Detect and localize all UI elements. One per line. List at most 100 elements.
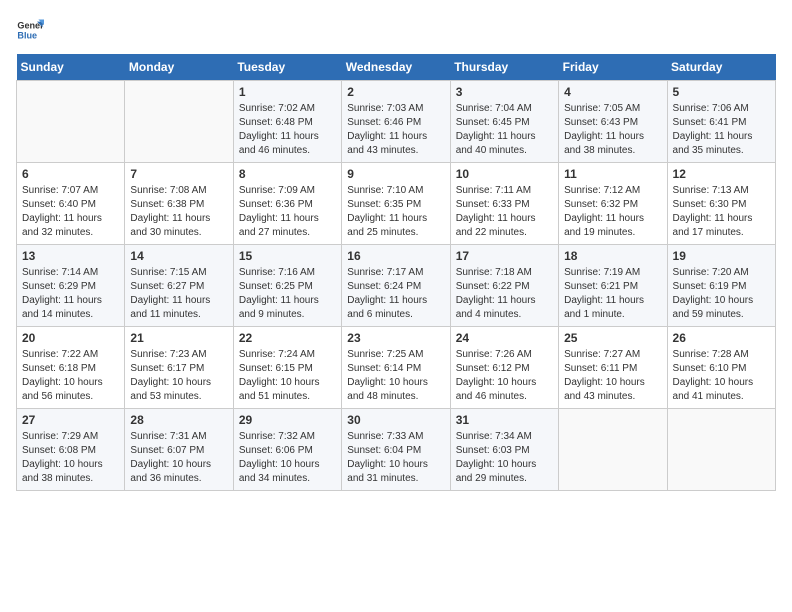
calendar-cell: 10 Sunrise: 7:11 AM Sunset: 6:33 PM Dayli… (450, 163, 558, 245)
calendar-cell: 5 Sunrise: 7:06 AM Sunset: 6:41 PM Daylig… (667, 81, 775, 163)
calendar-cell: 2 Sunrise: 7:03 AM Sunset: 6:46 PM Daylig… (342, 81, 450, 163)
day-number: 14 (130, 249, 227, 263)
calendar-cell (17, 81, 125, 163)
day-info: Sunrise: 7:12 AM Sunset: 6:32 PM Dayligh… (564, 184, 661, 240)
day-number: 10 (456, 167, 553, 181)
calendar-cell: 21Sunrise: 7:23 AM Sunset: 6:17 PM Dayli… (125, 327, 233, 409)
day-info: Sunrise: 7:13 AM Sunset: 6:30 PM Dayligh… (673, 184, 770, 240)
day-number: 9 (347, 167, 444, 181)
calendar-table: SundayMondayTuesdayWednesdayThursdayFrid… (16, 54, 776, 491)
calendar-week-row: 27 Sunrise: 7:29 AM Sunset: 6:08 PM Dayli… (17, 409, 776, 491)
day-number: 6 (22, 167, 119, 181)
day-number: 5 (673, 85, 770, 99)
weekday-header-sunday: Sunday (17, 54, 125, 81)
day-info: Sunrise: 7:31 AM Sunset: 6:07 PM Dayligh… (130, 430, 227, 486)
calendar-cell: 31 Sunrise: 7:34 AM Sunset: 6:03 PM Dayli… (450, 409, 558, 491)
calendar-cell: 15 Sunrise: 7:16 AM Sunset: 6:25 PM Dayli… (233, 245, 341, 327)
day-number: 22 (239, 331, 336, 345)
day-info: Sunrise: 7:29 AM Sunset: 6:08 PM Dayligh… (22, 430, 119, 486)
weekday-header-thursday: Thursday (450, 54, 558, 81)
day-info: Sunrise: 7:11 AM Sunset: 6:33 PM Dayligh… (456, 184, 553, 240)
day-info: Sunrise: 7:26 AM Sunset: 6:12 PM Dayligh… (456, 348, 553, 404)
calendar-cell: 26 Sunrise: 7:28 AM Sunset: 6:10 PM Dayli… (667, 327, 775, 409)
day-number: 24 (456, 331, 553, 345)
day-info: Sunrise: 7:20 AM Sunset: 6:19 PM Dayligh… (673, 266, 770, 322)
day-number: 31 (456, 413, 553, 427)
weekday-header-friday: Friday (559, 54, 667, 81)
day-info: Sunrise: 7:34 AM Sunset: 6:03 PM Dayligh… (456, 430, 553, 486)
day-info: Sunrise: 7:23 AM Sunset: 6:17 PM Dayligh… (130, 348, 227, 404)
calendar-cell: 6 Sunrise: 7:07 AM Sunset: 6:40 PM Daylig… (17, 163, 125, 245)
day-number: 30 (347, 413, 444, 427)
day-number: 12 (673, 167, 770, 181)
page-header: General Blue (16, 16, 776, 44)
weekday-header-row: SundayMondayTuesdayWednesdayThursdayFrid… (17, 54, 776, 81)
day-info: Sunrise: 7:06 AM Sunset: 6:41 PM Dayligh… (673, 102, 770, 158)
day-number: 8 (239, 167, 336, 181)
calendar-week-row: 1Sunrise: 7:02 AM Sunset: 6:48 PM Daylig… (17, 81, 776, 163)
day-info: Sunrise: 7:03 AM Sunset: 6:46 PM Dayligh… (347, 102, 444, 158)
calendar-cell: 27 Sunrise: 7:29 AM Sunset: 6:08 PM Dayli… (17, 409, 125, 491)
svg-text:Blue: Blue (17, 30, 37, 40)
day-info: Sunrise: 7:04 AM Sunset: 6:45 PM Dayligh… (456, 102, 553, 158)
day-number: 23 (347, 331, 444, 345)
day-number: 20 (22, 331, 119, 345)
calendar-cell: 22 Sunrise: 7:24 AM Sunset: 6:15 PM Dayli… (233, 327, 341, 409)
calendar-cell: 20 Sunrise: 7:22 AM Sunset: 6:18 PM Dayli… (17, 327, 125, 409)
day-info: Sunrise: 7:22 AM Sunset: 6:18 PM Dayligh… (22, 348, 119, 404)
logo-icon: General Blue (16, 16, 44, 44)
calendar-cell: 1Sunrise: 7:02 AM Sunset: 6:48 PM Daylig… (233, 81, 341, 163)
day-info: Sunrise: 7:14 AM Sunset: 6:29 PM Dayligh… (22, 266, 119, 322)
calendar-cell: 12 Sunrise: 7:13 AM Sunset: 6:30 PM Dayli… (667, 163, 775, 245)
day-number: 16 (347, 249, 444, 263)
calendar-cell (125, 81, 233, 163)
logo: General Blue (16, 16, 48, 44)
calendar-cell: 13 Sunrise: 7:14 AM Sunset: 6:29 PM Dayli… (17, 245, 125, 327)
calendar-cell: 28 Sunrise: 7:31 AM Sunset: 6:07 PM Dayli… (125, 409, 233, 491)
day-number: 19 (673, 249, 770, 263)
weekday-header-wednesday: Wednesday (342, 54, 450, 81)
day-number: 3 (456, 85, 553, 99)
calendar-cell (559, 409, 667, 491)
day-info: Sunrise: 7:16 AM Sunset: 6:25 PM Dayligh… (239, 266, 336, 322)
day-number: 17 (456, 249, 553, 263)
calendar-cell: 30 Sunrise: 7:33 AM Sunset: 6:04 PM Dayli… (342, 409, 450, 491)
calendar-cell: 29Sunrise: 7:32 AM Sunset: 6:06 PM Dayli… (233, 409, 341, 491)
day-info: Sunrise: 7:08 AM Sunset: 6:38 PM Dayligh… (130, 184, 227, 240)
calendar-cell: 7 Sunrise: 7:08 AM Sunset: 6:38 PM Daylig… (125, 163, 233, 245)
calendar-cell: 25Sunrise: 7:27 AM Sunset: 6:11 PM Dayli… (559, 327, 667, 409)
calendar-cell: 17 Sunrise: 7:18 AM Sunset: 6:22 PM Dayli… (450, 245, 558, 327)
day-number: 13 (22, 249, 119, 263)
day-number: 28 (130, 413, 227, 427)
day-info: Sunrise: 7:25 AM Sunset: 6:14 PM Dayligh… (347, 348, 444, 404)
day-number: 7 (130, 167, 227, 181)
calendar-cell: 9Sunrise: 7:10 AM Sunset: 6:35 PM Daylig… (342, 163, 450, 245)
day-number: 11 (564, 167, 661, 181)
weekday-header-tuesday: Tuesday (233, 54, 341, 81)
day-info: Sunrise: 7:05 AM Sunset: 6:43 PM Dayligh… (564, 102, 661, 158)
calendar-week-row: 13 Sunrise: 7:14 AM Sunset: 6:29 PM Dayli… (17, 245, 776, 327)
calendar-cell: 16Sunrise: 7:17 AM Sunset: 6:24 PM Dayli… (342, 245, 450, 327)
weekday-header-saturday: Saturday (667, 54, 775, 81)
day-number: 29 (239, 413, 336, 427)
day-info: Sunrise: 7:15 AM Sunset: 6:27 PM Dayligh… (130, 266, 227, 322)
day-info: Sunrise: 7:18 AM Sunset: 6:22 PM Dayligh… (456, 266, 553, 322)
calendar-cell (667, 409, 775, 491)
calendar-cell: 23 Sunrise: 7:25 AM Sunset: 6:14 PM Dayli… (342, 327, 450, 409)
day-info: Sunrise: 7:24 AM Sunset: 6:15 PM Dayligh… (239, 348, 336, 404)
day-number: 4 (564, 85, 661, 99)
day-number: 2 (347, 85, 444, 99)
calendar-cell: 11 Sunrise: 7:12 AM Sunset: 6:32 PM Dayli… (559, 163, 667, 245)
calendar-cell: 19 Sunrise: 7:20 AM Sunset: 6:19 PM Dayli… (667, 245, 775, 327)
calendar-cell: 8 Sunrise: 7:09 AM Sunset: 6:36 PM Daylig… (233, 163, 341, 245)
day-number: 26 (673, 331, 770, 345)
calendar-cell: 18Sunrise: 7:19 AM Sunset: 6:21 PM Dayli… (559, 245, 667, 327)
calendar-cell: 3 Sunrise: 7:04 AM Sunset: 6:45 PM Daylig… (450, 81, 558, 163)
day-number: 27 (22, 413, 119, 427)
day-number: 15 (239, 249, 336, 263)
day-info: Sunrise: 7:09 AM Sunset: 6:36 PM Dayligh… (239, 184, 336, 240)
day-info: Sunrise: 7:07 AM Sunset: 6:40 PM Dayligh… (22, 184, 119, 240)
day-info: Sunrise: 7:19 AM Sunset: 6:21 PM Dayligh… (564, 266, 661, 322)
day-info: Sunrise: 7:33 AM Sunset: 6:04 PM Dayligh… (347, 430, 444, 486)
day-info: Sunrise: 7:28 AM Sunset: 6:10 PM Dayligh… (673, 348, 770, 404)
